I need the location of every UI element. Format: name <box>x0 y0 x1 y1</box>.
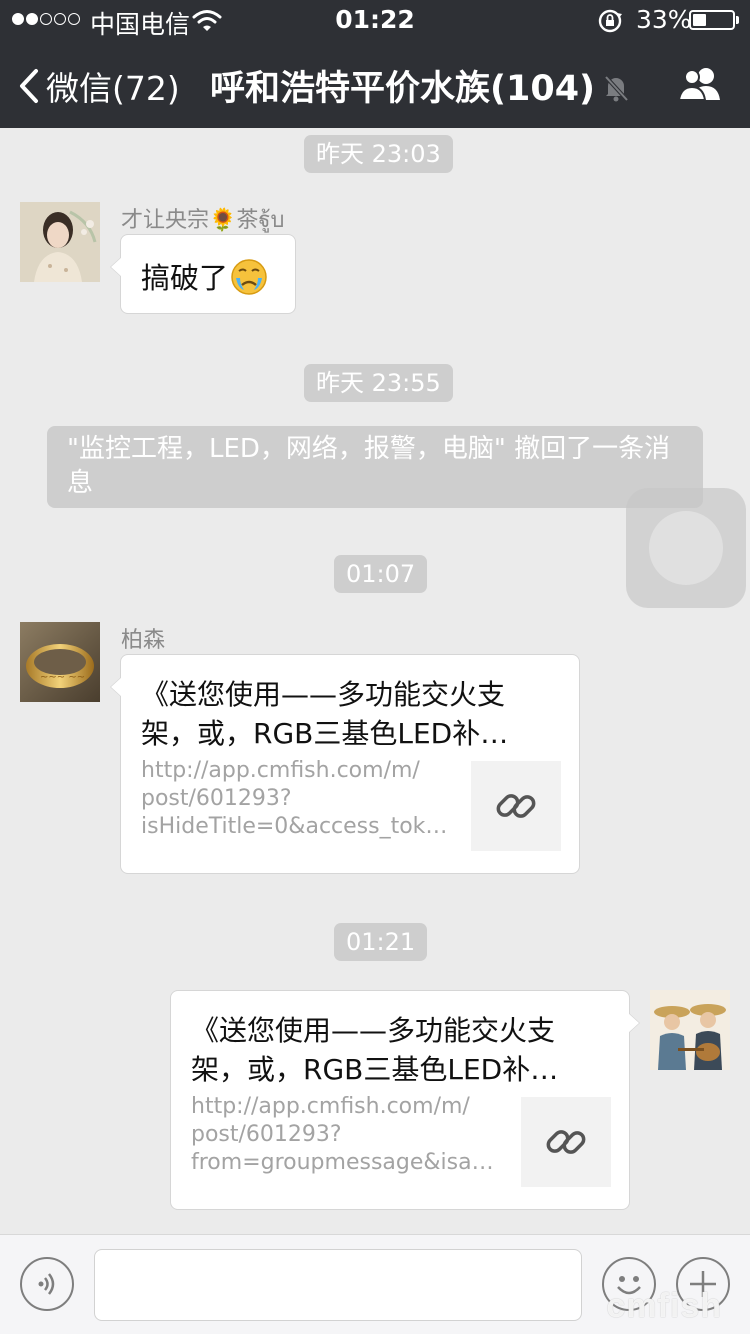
sender-name: 柏森 <box>121 628 166 653</box>
rotation-lock-icon <box>597 8 625 40</box>
group-members-button[interactable] <box>676 64 724 108</box>
floating-assistive-button[interactable] <box>626 488 746 608</box>
crying-face-icon <box>230 258 268 303</box>
timestamp: 01:07 <box>334 555 428 593</box>
input-bar: cmfish <box>0 1234 750 1334</box>
link-url: http://app.cmfish.com/m/ post/601293? is… <box>141 758 448 839</box>
avatar[interactable]: ~~~ ~~ <box>20 622 100 702</box>
my-avatar[interactable] <box>650 990 730 1070</box>
link-icon <box>546 1130 586 1154</box>
link-url: http://app.cmfish.com/m/ post/601293? fr… <box>191 1094 494 1175</box>
back-label: 微信(72) <box>46 69 180 108</box>
voice-icon <box>38 1273 55 1295</box>
top-bar: 中国电信 01:22 33% 微信(72) 呼和浩特平价水族(104) <box>0 0 750 128</box>
battery-icon <box>689 10 735 30</box>
system-notice: "监控工程，LED，网络，报警，电脑" 撤回了一条消息 <box>47 426 703 508</box>
chevron-left-icon <box>20 69 38 103</box>
watermark: cmfish <box>606 1287 722 1325</box>
chat-title: 呼和浩特平价水族(104) <box>210 60 629 111</box>
message-input[interactable] <box>94 1249 582 1321</box>
battery-percent: 33% <box>636 5 692 34</box>
group-members-icon <box>677 68 720 101</box>
message-bubble[interactable]: 搞破了 <box>110 234 296 314</box>
page-title: 呼和浩特平价水族(104) <box>210 69 596 109</box>
link-thumbnail <box>521 1097 611 1187</box>
timestamp: 昨天 23:03 <box>304 135 453 173</box>
link-card[interactable]: 《送您使用——多功能交火支架，或，RGB三基色LED补… http://app.… <box>170 990 640 1210</box>
link-title: 《送您使用——多功能交火支架，或，RGB三基色LED补… <box>141 678 509 750</box>
avatar[interactable] <box>20 202 100 282</box>
mute-bell-icon <box>604 75 629 101</box>
svg-text:~~~ ~~: ~~~ ~~ <box>40 672 85 683</box>
status-bar: 中国电信 01:22 33% <box>0 0 750 40</box>
sender-name: 才让央宗🌻茶ฐู้บ <box>121 208 285 233</box>
message-text: 搞破了 <box>141 261 229 295</box>
link-thumbnail <box>471 761 561 851</box>
message-text-row: 搞破了 <box>141 255 268 303</box>
timestamp: 01:21 <box>334 923 428 961</box>
voice-button[interactable] <box>20 1257 74 1311</box>
link-icon <box>496 794 536 818</box>
timestamp: 昨天 23:55 <box>304 364 453 402</box>
link-card[interactable]: 《送您使用——多功能交火支架，或，RGB三基色LED补… http://app.… <box>110 654 580 874</box>
link-title: 《送您使用——多功能交火支架，或，RGB三基色LED补… <box>191 1014 559 1086</box>
back-button[interactable]: 微信(72) <box>18 62 180 110</box>
